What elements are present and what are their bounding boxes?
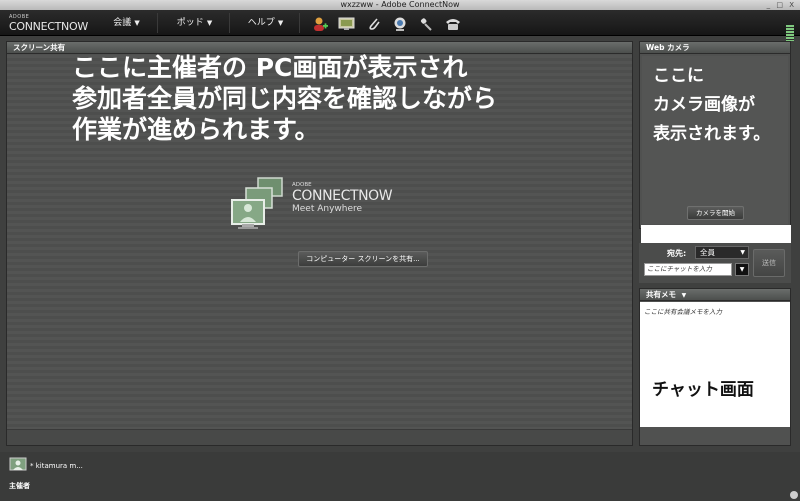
share-screen-icon[interactable] [338, 16, 356, 32]
app-logo: ADOBE CONNECTNOW [9, 14, 88, 34]
share-screen-button[interactable]: コンピューター スクリーンを共有... [298, 251, 428, 267]
window-title: wxzzww - Adobe ConnectNow [340, 0, 460, 9]
menu-pod[interactable]: ポッド ▼ [160, 13, 230, 33]
chat-controls: 宛先: 全員 ▼ ここにチャットを入力 ▼ 送信 [639, 243, 791, 283]
webcam-annotation-line-3: 表示されます。 [653, 124, 771, 144]
screen-share-footer [7, 429, 632, 445]
menu-help-label: ヘルプ [247, 18, 275, 28]
logo-tagline: Meet Anywhere [292, 204, 363, 214]
window-title-bar: wxzzww - Adobe ConnectNow _ □ X [0, 0, 800, 10]
menu-help[interactable]: ヘルプ ▼ [232, 13, 300, 33]
webcam-annotation-line-2: カメラ画像が [653, 95, 755, 115]
annotation-line-1: ここに主催者の PC画面が表示され [72, 53, 468, 82]
microphone-icon[interactable] [418, 16, 434, 32]
annotation-line-3: 作業が進められます。 [72, 115, 320, 144]
attachment-icon[interactable] [366, 16, 382, 32]
annotation-line-2: 参加者全員が同じ内容を確認しながら [72, 84, 498, 113]
volume-meter-icon [786, 25, 794, 41]
shared-notes-pod: 共有メモ ▼ ここに共有会議メモを入力 チャット画面 [639, 288, 791, 446]
chevron-down-icon: ▼ [277, 19, 284, 27]
start-camera-button[interactable]: カメラを開始 [687, 206, 744, 220]
chat-options-dropdown[interactable]: ▼ [735, 263, 749, 276]
menu-pod-label: ポッド [176, 18, 204, 28]
chat-recipient-select[interactable]: 全員 ▼ [695, 246, 749, 259]
menu-meeting[interactable]: 会議 ▼ [96, 13, 158, 33]
screen-share-annotation: ここに主催者の PC画面が表示され 参加者全員が同じ内容を確認しながら 作業が進… [72, 52, 612, 145]
menu-meeting-label: 会議 [113, 18, 132, 28]
shared-notes-editor[interactable]: ここに共有会議メモを入力 チャット画面 [640, 302, 790, 427]
phone-icon[interactable] [444, 16, 462, 32]
chevron-down-icon: ▼ [206, 19, 213, 27]
webcam-pod: Web カメラ ここに カメラ画像が 表示されます。 カメラを開始 [639, 41, 791, 229]
webcam-header: Web カメラ [640, 42, 790, 54]
webcam-area: ここに カメラ画像が 表示されます。 カメラを開始 [642, 56, 788, 224]
shared-notes-header[interactable]: 共有メモ ▼ [640, 289, 790, 301]
chat-input[interactable]: ここにチャットを入力 [644, 263, 732, 276]
window-controls[interactable]: _ □ X [767, 0, 796, 10]
attendee-name[interactable]: * kitamura m... [30, 462, 83, 470]
webcam-icon[interactable] [392, 16, 408, 32]
chat-screen-annotation: チャット画面 [652, 380, 754, 400]
monitors-icon [231, 177, 283, 229]
chat-to-label: 宛先: [667, 249, 687, 258]
webcam-annotation-line-1: ここに [653, 66, 704, 86]
logo-connectnow: CONNECTNOW [9, 20, 88, 33]
chevron-down-icon: ▼ [681, 292, 687, 299]
shared-notes-title: 共有メモ [646, 290, 676, 299]
attendee-role: 主催者 [9, 482, 30, 490]
resize-handle-icon[interactable] [790, 491, 798, 499]
menu-bar: ADOBE CONNECTNOW 会議 ▼ ポッド ▼ ヘルプ ▼ [0, 10, 800, 41]
webcam-annotation: ここに カメラ画像が 表示されます。 [653, 62, 770, 149]
chat-history-area [641, 225, 791, 243]
logo-connectnow-large: CONNECTNOW [292, 188, 393, 204]
connectnow-logo-text: ADOBE CONNECTNOW Meet Anywhere [292, 182, 393, 215]
chevron-down-icon: ▼ [134, 19, 140, 27]
add-participant-icon[interactable] [312, 16, 328, 32]
attendee-avatar-icon [9, 457, 27, 471]
chat-recipient-value: 全員 [700, 248, 715, 257]
connectnow-logo: ADOBE CONNECTNOW Meet Anywhere [224, 176, 429, 236]
chevron-down-icon: ▼ [740, 249, 745, 256]
send-button[interactable]: 送信 [753, 249, 785, 277]
shared-notes-placeholder: ここに共有会議メモを入力 [644, 308, 722, 316]
attendee-list: * kitamura m... 主催者 [0, 452, 800, 501]
